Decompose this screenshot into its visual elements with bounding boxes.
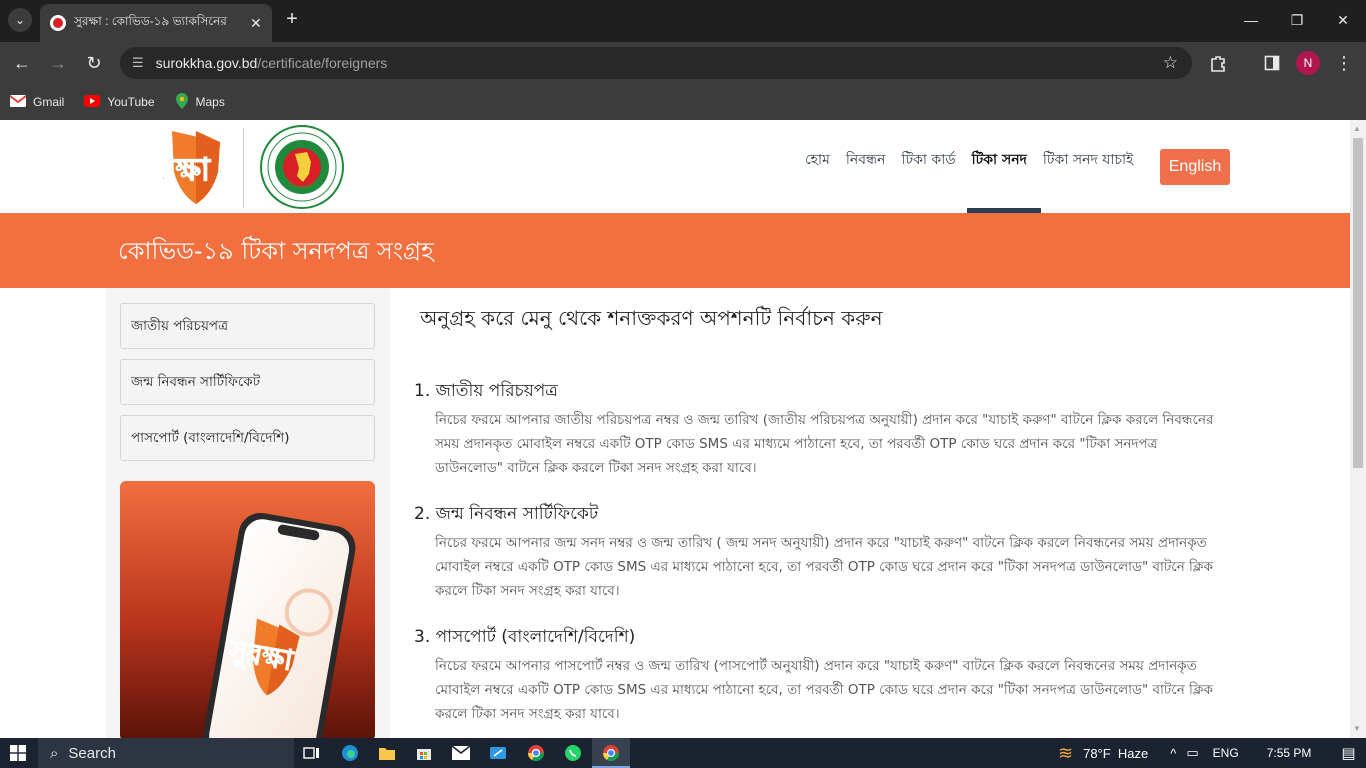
maps-icon [175,92,189,112]
bookmark-gmail[interactable]: Gmail [9,94,65,110]
section-body-passport: নিচের ফরমে আপনার পাসপোর্ট নম্বর ও জন্ম ত… [435,658,1213,722]
tab-search-chevron-icon[interactable]: ⌄ [8,8,32,32]
page-banner: কোভিড-১৯ টিকা সনদপত্র সংগ্রহ [0,213,1350,288]
nav-home[interactable]: হোম [805,148,830,172]
nav-certificate-verify[interactable]: টিকা সনদ যাচাই [1043,148,1133,172]
language-english-button[interactable]: English [1160,149,1230,185]
bookmark-label: YouTube [107,95,155,109]
sidebar: জাতীয় পরিচয়পত্র জন্ম নিবন্ধন সার্টিফিক… [106,288,390,738]
side-panel-icon[interactable] [1259,50,1285,76]
language-indicator[interactable]: ENG [1213,746,1239,760]
taskbar-chrome-running[interactable] [592,738,630,768]
bookmark-maps[interactable]: Maps [175,92,225,112]
section-title-passport: 3. পাসপোর্ট (বাংলাদেশি/বিদেশি) [414,627,636,647]
task-view-icon[interactable] [301,742,323,764]
chrome-icon[interactable] [525,742,547,764]
scroll-thumb[interactable] [1353,138,1363,468]
mail-icon[interactable] [450,742,472,764]
url-host: surokkha.gov.bd [155,55,258,71]
network-icon[interactable]: ▭ [1186,745,1198,761]
search-label: Search [68,744,116,762]
bookmark-star-icon[interactable]: ☆ [1163,53,1178,73]
section-title-nid: 1. জাতীয় পরিচয়পত্র [414,381,558,401]
logo-divider [243,128,244,208]
taskbar-search[interactable]: ⌕ Search [38,738,294,768]
chrome-icon [602,745,620,762]
bookmarks-bar: Gmail YouTube Maps [0,84,1366,120]
address-bar[interactable]: ☰ surokkha.gov.bd /certificate/foreigner… [120,47,1192,79]
bookmark-label: Maps [195,95,225,109]
main-nav: হোম নিবন্ধন টিকা কার্ড টিকা সনদ টিকা সনদ… [797,148,1141,172]
site-header: সুরক্ষা হোম নিবন্ধন টিকা কার্ড টিকা সনদ … [0,120,1350,213]
windows-start-icon[interactable] [10,745,26,761]
notifications-icon[interactable]: ▤ [1341,744,1355,762]
weather-haze-icon[interactable]: ≋ [1058,743,1073,764]
restore-icon[interactable]: ❐ [1274,0,1320,40]
bookmark-label: Gmail [33,95,65,109]
profile-avatar[interactable]: N [1296,51,1320,75]
browser-tab-active[interactable]: সুরক্ষা : কোভিড-১৯ ভ্যাকসিনের ✕ [40,4,272,42]
window-close-icon[interactable]: ✕ [1320,0,1366,40]
reload-icon[interactable]: ↻ [81,50,107,76]
weather-text[interactable]: 78°F Haze [1083,746,1148,761]
show-hidden-icons-icon[interactable]: ^ [1170,746,1176,761]
nav-registration[interactable]: নিবন্ধন [846,148,886,172]
section-title-birth-certificate: 2. জন্ম নিবন্ধন সার্টিফিকেট [414,504,599,524]
edge-icon[interactable] [339,742,361,764]
content-heading: অনুগ্রহ করে মেনু থেকে শনাক্তকরণ অপশনটি ন… [420,306,883,330]
app-icon[interactable] [487,742,509,764]
svg-text:সুরক্ষা: সুরক্ষা [137,152,211,189]
sidebar-item-passport[interactable]: পাসপোর্ট (বাংলাদেশি/বিদেশি) [120,415,375,461]
section-body-birth-certificate: নিচের ফরমে আপনার জন্ম সনদ নম্বর ও জন্ম ত… [435,535,1213,599]
url-path: /certificate/foreigners [257,55,388,71]
store-icon[interactable] [413,742,435,764]
extensions-icon[interactable] [1205,50,1231,76]
page-title: কোভিড-১৯ টিকা সনদপত্র সংগ্রহ [118,237,434,265]
scroll-up-icon[interactable]: ▲ [1353,124,1361,133]
tab-close-icon[interactable]: ✕ [250,15,262,32]
windows-taskbar: ⌕ Search ≋ 78°F Haze ^ ▭ ENG 7:55 PM ▤ [0,738,1366,768]
browser-toolbar: ← → ↻ ☰ surokkha.gov.bd /certificate/for… [0,42,1366,84]
youtube-icon [84,94,101,110]
site-info-icon[interactable]: ☰ [132,55,144,71]
search-icon: ⌕ [50,744,59,762]
sidebar-item-birth-certificate[interactable]: জন্ম নিবন্ধন সার্টিফিকেট [120,359,375,405]
minimize-icon[interactable]: — [1228,0,1274,40]
surokkha-logo[interactable]: সুরক্ষা [122,128,226,206]
nav-vaccine-card[interactable]: টিকা কার্ড [901,148,955,172]
nav-vaccine-certificate[interactable]: টিকা সনদ [972,148,1027,172]
bookmark-youtube[interactable]: YouTube [84,94,155,110]
new-tab-button[interactable]: + [280,8,304,32]
system-tray: ≋ 78°F Haze ^ ▭ ENG 7:55 PM ▤ [1058,738,1356,768]
web-page: সুরক্ষা হোম নিবন্ধন টিকা কার্ড টিকা সনদ … [0,120,1350,738]
forward-arrow-icon[interactable]: → [45,50,71,76]
site-favicon-icon [50,15,66,31]
app-promo-image: সুরক্ষা [120,481,375,738]
gmail-icon [9,94,27,110]
sidebar-item-nid[interactable]: জাতীয় পরিচয়পত্র [120,303,375,349]
tab-title: সুরক্ষা : কোভিড-১৯ ভ্যাকসিনের [74,14,227,28]
clock[interactable]: 7:55 PM [1267,746,1312,760]
whatsapp-icon[interactable] [562,742,584,764]
page-scrollbar[interactable]: ▲ ▼ [1350,120,1366,738]
file-explorer-icon[interactable] [376,742,398,764]
section-body-nid: নিচের ফরমে আপনার জাতীয় পরিচয়পত্র নম্বর… [435,412,1214,476]
government-seal-logo [260,125,344,209]
scroll-down-icon[interactable]: ▼ [1353,724,1361,733]
browser-tab-bar: ⌄ সুরক্ষা : কোভিড-১৯ ভ্যাকসিনের ✕ + — ❐ … [0,0,1366,42]
back-arrow-icon[interactable]: ← [9,50,35,76]
menu-kebab-icon[interactable]: ⋮ [1331,50,1357,76]
